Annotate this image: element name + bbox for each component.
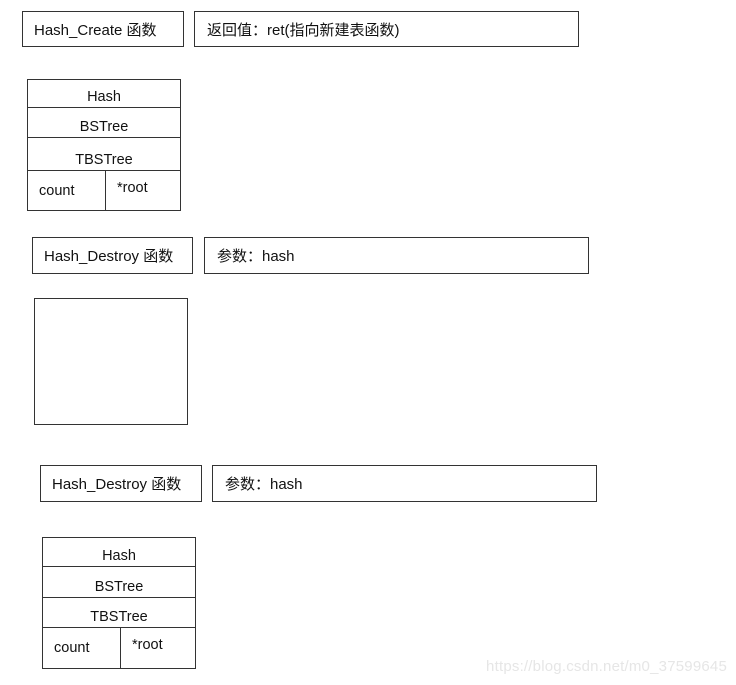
param-box-2: 参数：hash xyxy=(212,465,597,502)
struct-field-count: count xyxy=(27,170,106,211)
struct-row-hash: Hash xyxy=(27,79,181,108)
empty-struct-box xyxy=(34,298,188,425)
function-label-hash-destroy-2: Hash_Destroy 函数 xyxy=(40,465,202,502)
hash-struct-diagram-1: Hash BSTree TBSTree count *root xyxy=(27,79,181,211)
struct-row-bstree: BSTree xyxy=(42,566,196,598)
watermark-url: https://blog.csdn.net/m0_37599645 xyxy=(486,658,727,675)
struct-row-bstree: BSTree xyxy=(27,107,181,138)
struct-row-tbstree: TBSTree xyxy=(42,597,196,628)
hash-struct-diagram-2: Hash BSTree TBSTree count *root xyxy=(42,537,196,669)
function-label-hash-destroy-1: Hash_Destroy 函数 xyxy=(32,237,193,274)
struct-row-hash: Hash xyxy=(42,537,196,567)
struct-field-count: count xyxy=(42,627,121,669)
struct-field-root: *root xyxy=(105,170,181,211)
struct-row-tbstree: TBSTree xyxy=(27,137,181,171)
return-value-box: 返回值：ret(指向新建表函数) xyxy=(194,11,579,47)
function-label-hash-create: Hash_Create 函数 xyxy=(22,11,184,47)
struct-field-root: *root xyxy=(120,627,196,669)
param-box-1: 参数：hash xyxy=(204,237,589,274)
